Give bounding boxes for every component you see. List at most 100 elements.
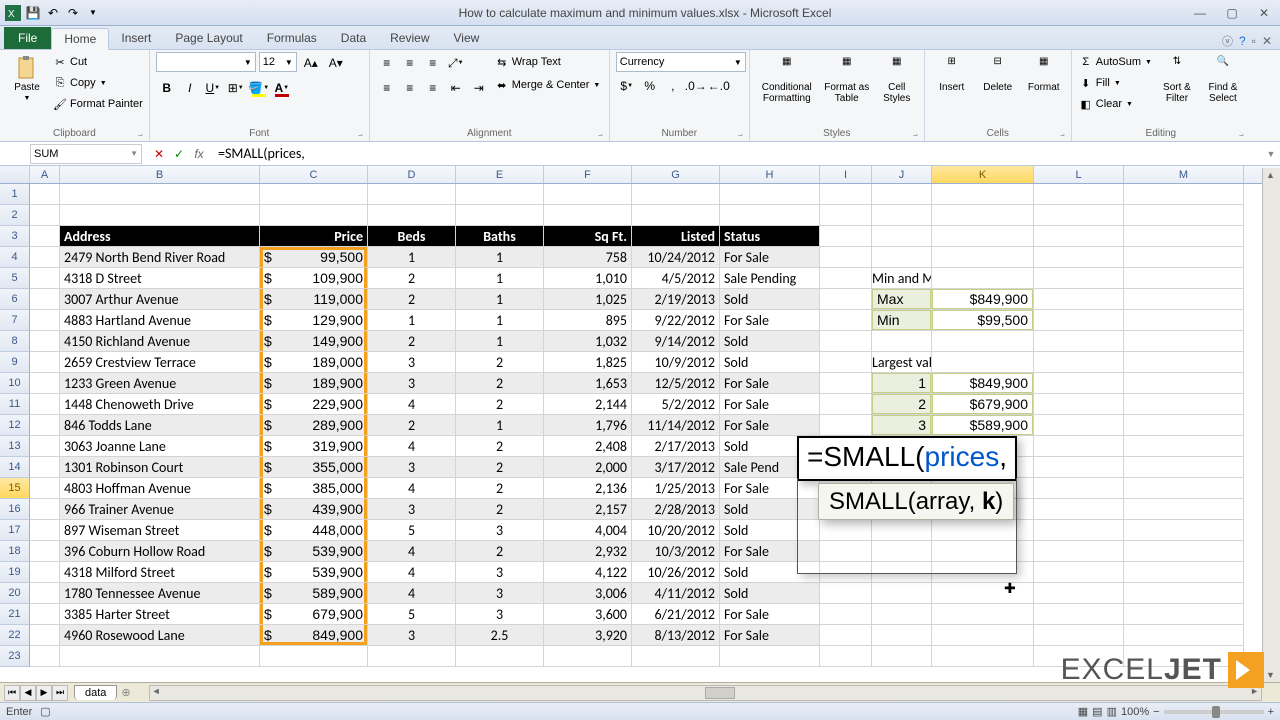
cell[interactable] [1034, 331, 1124, 352]
cell[interactable]: 2 [456, 478, 544, 499]
cell[interactable] [1124, 268, 1244, 289]
cell[interactable]: 2,000 [544, 457, 632, 478]
tab-data[interactable]: Data [329, 27, 378, 49]
minimize-icon[interactable]: — [1188, 5, 1212, 21]
cell[interactable] [544, 184, 632, 205]
underline-button[interactable]: U▼ [202, 77, 224, 99]
cell[interactable]: For Sale [720, 604, 820, 625]
currency-icon[interactable]: $▼ [616, 75, 638, 97]
cell[interactable]: 3 [368, 499, 456, 520]
cell[interactable] [1124, 604, 1244, 625]
cell[interactable]: 3063 Joanne Lane [60, 436, 260, 457]
cancel-icon[interactable]: ✕ [150, 145, 168, 163]
cell[interactable]: 2 [456, 373, 544, 394]
cell[interactable] [932, 331, 1034, 352]
cell[interactable] [260, 205, 368, 226]
cell[interactable]: 1,825 [544, 352, 632, 373]
cell[interactable]: Min [872, 310, 932, 331]
cell[interactable] [932, 247, 1034, 268]
cell[interactable]: 5 [368, 604, 456, 625]
zoom-in-icon[interactable]: + [1268, 706, 1274, 718]
cell[interactable] [872, 226, 932, 247]
cell[interactable] [872, 583, 932, 604]
enter-icon[interactable]: ✓ [170, 145, 188, 163]
cell[interactable]: 2/17/2013 [632, 436, 720, 457]
cell[interactable]: $189,000 [260, 352, 368, 373]
cell[interactable]: 4883 Hartland Avenue [60, 310, 260, 331]
align-bottom-icon[interactable]: ≡ [422, 52, 444, 74]
cell[interactable] [30, 457, 60, 478]
fx-icon[interactable]: fx [190, 145, 208, 163]
cell[interactable] [368, 205, 456, 226]
row-header[interactable]: 12 [0, 415, 30, 436]
cut-button[interactable]: ✂Cut [52, 52, 143, 72]
cell[interactable]: 3/17/2012 [632, 457, 720, 478]
col-header-B[interactable]: B [60, 166, 260, 183]
row-header[interactable]: 2 [0, 205, 30, 226]
cell[interactable]: Sq Ft. [544, 226, 632, 247]
cell[interactable]: 4/5/2012 [632, 268, 720, 289]
cell[interactable] [820, 184, 872, 205]
cell[interactable] [872, 184, 932, 205]
cell[interactable]: For Sale [720, 541, 820, 562]
cell[interactable]: $99,500 [260, 247, 368, 268]
row-header[interactable]: 22 [0, 625, 30, 646]
first-sheet-icon[interactable]: ⏮ [4, 685, 20, 701]
cell[interactable]: Max [872, 289, 932, 310]
row-header[interactable]: 7 [0, 310, 30, 331]
cell[interactable] [30, 415, 60, 436]
cell[interactable] [1034, 436, 1124, 457]
cell[interactable]: For Sale [720, 415, 820, 436]
col-header-H[interactable]: H [720, 166, 820, 183]
cell[interactable]: 2 [456, 541, 544, 562]
cell[interactable] [1124, 394, 1244, 415]
formula-input[interactable]: =SMALL(prices, [214, 145, 1262, 162]
cell[interactable] [544, 205, 632, 226]
cell[interactable]: For Sale [720, 373, 820, 394]
cell[interactable]: For Sale [720, 625, 820, 646]
cell[interactable]: Address [60, 226, 260, 247]
cell[interactable] [932, 604, 1034, 625]
cell[interactable]: 4 [368, 478, 456, 499]
col-header-G[interactable]: G [632, 166, 720, 183]
cell[interactable]: 4,122 [544, 562, 632, 583]
cell[interactable] [1034, 478, 1124, 499]
cell[interactable]: 396 Coburn Hollow Road [60, 541, 260, 562]
cell[interactable]: 9/22/2012 [632, 310, 720, 331]
cell[interactable]: 4803 Hoffman Avenue [60, 478, 260, 499]
qat-dropdown-icon[interactable]: ▼ [84, 4, 102, 22]
cell[interactable]: Sold [720, 352, 820, 373]
cell[interactable] [30, 289, 60, 310]
cell[interactable]: For Sale [720, 310, 820, 331]
cell[interactable] [820, 604, 872, 625]
cell[interactable]: $289,900 [260, 415, 368, 436]
cell[interactable]: 4 [368, 583, 456, 604]
cell[interactable] [872, 205, 932, 226]
window-close-icon[interactable]: ✕ [1262, 34, 1272, 48]
cell[interactable] [456, 205, 544, 226]
cell[interactable]: 10/26/2012 [632, 562, 720, 583]
format-as-table-button[interactable]: ▦Format as Table [822, 52, 872, 108]
cell[interactable] [30, 331, 60, 352]
cell[interactable]: 4318 Milford Street [60, 562, 260, 583]
shrink-font-icon[interactable]: A▾ [325, 52, 347, 74]
col-header-I[interactable]: I [820, 166, 872, 183]
border-button[interactable]: ⊞▼ [225, 77, 247, 99]
cell[interactable] [820, 205, 872, 226]
select-all-corner[interactable] [0, 166, 30, 183]
cell[interactable] [1124, 310, 1244, 331]
cell[interactable]: 1 [456, 310, 544, 331]
cell[interactable]: 3 [368, 625, 456, 646]
cell[interactable]: 2,932 [544, 541, 632, 562]
sheet-tab-data[interactable]: data [74, 685, 117, 700]
delete-cells-button[interactable]: ⊟Delete [977, 52, 1019, 97]
tab-home[interactable]: Home [51, 28, 109, 50]
cell[interactable]: $539,900 [260, 562, 368, 583]
cell[interactable]: 3 [456, 562, 544, 583]
cell[interactable]: 1 [456, 415, 544, 436]
cell[interactable]: 2 [456, 352, 544, 373]
cell[interactable]: 4 [368, 562, 456, 583]
zoom-out-icon[interactable]: − [1153, 706, 1159, 718]
cell[interactable] [1034, 310, 1124, 331]
font-color-button[interactable]: A▼ [271, 77, 293, 99]
